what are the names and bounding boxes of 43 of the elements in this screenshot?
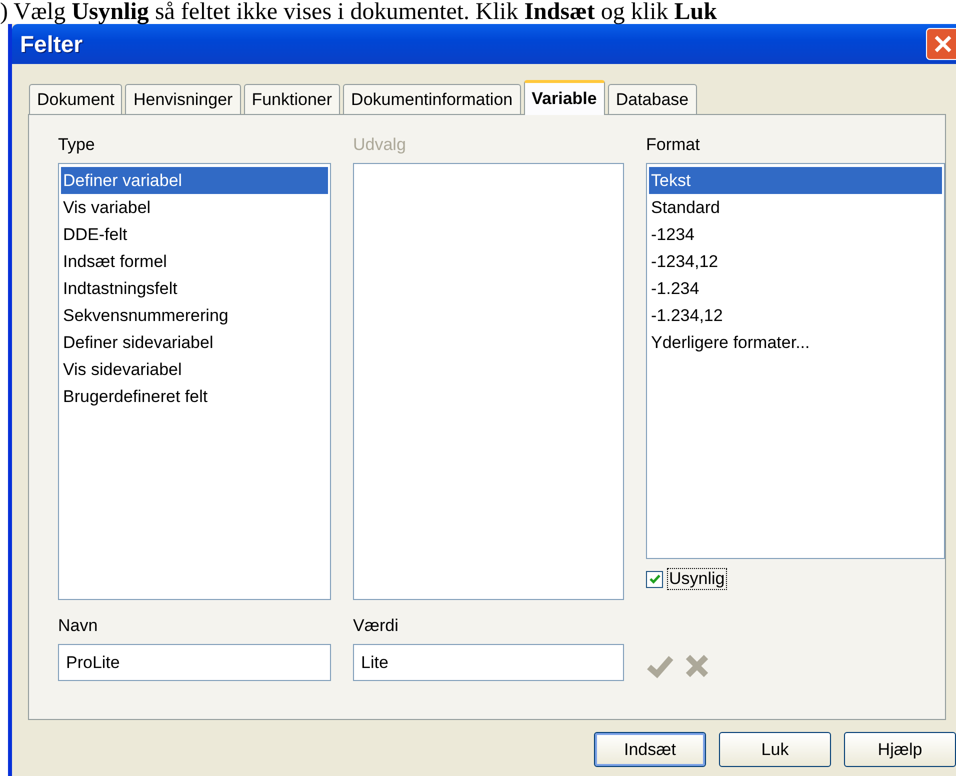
close-button[interactable]: [926, 28, 956, 60]
dialog-button[interactable]: Hjælp: [844, 732, 956, 767]
tab[interactable]: Variable: [524, 80, 605, 115]
list-box[interactable]: Tekst Standard -1234 -1234,12 -1.234 -1.234,12 Yderligere formater...: [646, 163, 945, 559]
list-item[interactable]: Indtastningsfelt: [61, 275, 328, 302]
tab[interactable]: Database: [608, 84, 697, 114]
tab[interactable]: Funktioner: [244, 84, 340, 114]
list-box[interactable]: Definer variabel Vis variabel DDE-felt Indsæt formel Indtastningsfelt Sekvensnummerering Definer sidevariabel Vis sidevariabel Brugerdefineret felt: [58, 163, 331, 600]
list-item[interactable]: Yderligere formater...: [649, 329, 942, 356]
list-item[interactable]: -1.234: [649, 275, 942, 302]
list-item[interactable]: Sekvensnummerering: [61, 302, 328, 329]
list-item[interactable]: Tekst: [649, 167, 942, 194]
dialog-button[interactable]: Luk: [719, 732, 831, 767]
list-item[interactable]: Brugerdefineret felt: [61, 383, 328, 410]
instruction-text: ) Vælg Usynlig så feltet ikke vises i dokumentet. Klik Indsæt og klik Luk: [0, 0, 718, 24]
list-item[interactable]: DDE-felt: [61, 221, 328, 248]
list-item[interactable]: -1234,12: [649, 248, 942, 275]
list-item[interactable]: Vis variabel: [61, 194, 328, 221]
tab[interactable]: Dokument: [29, 84, 122, 114]
checkbox-label[interactable]: Usynlig: [667, 568, 727, 590]
list-label: Type: [58, 135, 96, 156]
list-label: Format: [646, 135, 701, 156]
list-item[interactable]: Definer variabel: [61, 167, 328, 194]
checkmark-icon[interactable]: [646, 653, 674, 679]
tab[interactable]: Henvisninger: [125, 84, 241, 114]
window-title: Felter: [20, 30, 83, 58]
check-icon: [648, 573, 660, 585]
dialog-button[interactable]: Indsæt: [594, 732, 706, 767]
list-item[interactable]: Indsæt formel: [61, 248, 328, 275]
list-item[interactable]: Definer sidevariabel: [61, 329, 328, 356]
checkbox[interactable]: [646, 570, 663, 588]
list-item[interactable]: Standard: [649, 194, 942, 221]
tab[interactable]: Dokumentinformation: [343, 84, 521, 114]
value-field[interactable]: Lite: [353, 644, 624, 681]
list-item[interactable]: -1.234,12: [649, 302, 942, 329]
cross-icon[interactable]: [684, 653, 710, 679]
field-label: Værdi: [353, 616, 400, 637]
list-item[interactable]: -1234: [649, 221, 942, 248]
field-label: Navn: [58, 616, 99, 637]
list-item[interactable]: Vis sidevariabel: [61, 356, 328, 383]
name-field[interactable]: ProLite: [58, 644, 331, 681]
list-label: Udvalg: [353, 135, 407, 156]
close-icon: [933, 34, 953, 54]
